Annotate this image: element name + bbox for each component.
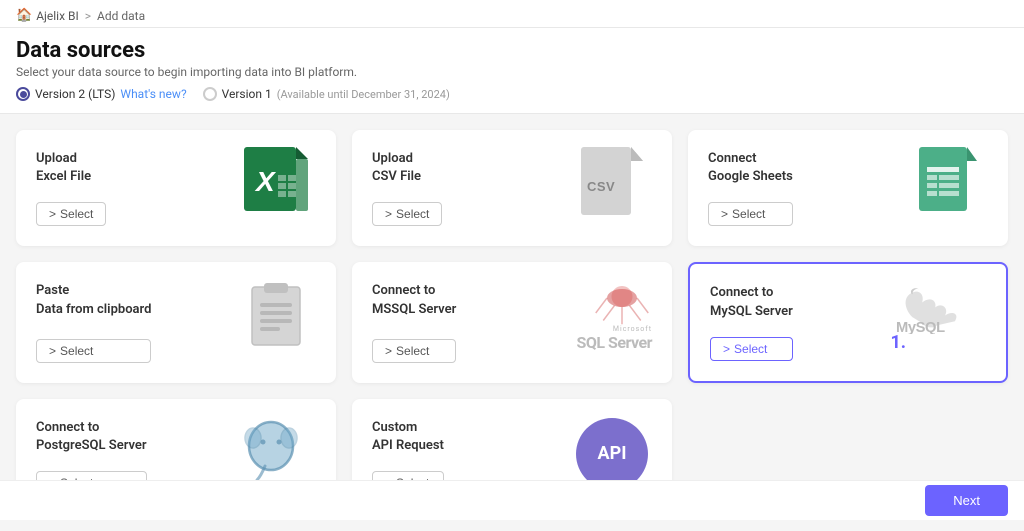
chevron-right-icon-mysql: > <box>723 342 730 356</box>
sheets-svg <box>919 147 977 223</box>
version1-radio[interactable] <box>203 87 217 101</box>
card-upload-excel: UploadExcel File > Select X <box>16 130 336 246</box>
select-button-excel[interactable]: > Select <box>36 202 106 226</box>
page-subtitle: Select your data source to begin importi… <box>16 65 1008 79</box>
svg-text:CSV: CSV <box>587 179 615 194</box>
chevron-right-icon-clipboard: > <box>49 344 56 358</box>
version2-option[interactable]: Version 2 (LTS) What's new? <box>16 87 187 101</box>
mssql-icon-area: Microsoft SQL Server <box>532 282 652 352</box>
page-title: Data sources <box>16 38 1008 63</box>
page-header: Data sources Select your data source to … <box>0 28 1024 114</box>
chevron-right-icon: > <box>49 207 56 221</box>
next-button[interactable]: Next <box>925 485 1008 516</box>
select-button-csv[interactable]: > Select <box>372 202 442 226</box>
clipboard-svg <box>244 279 308 355</box>
card-title-clipboard: PasteData from clipboard <box>36 282 151 318</box>
select-button-sheets[interactable]: > Select <box>708 202 793 226</box>
excel-icon-area: X <box>236 150 316 220</box>
sheets-icon-area <box>908 150 988 220</box>
card-left-clipboard: PasteData from clipboard > Select <box>36 282 151 362</box>
csv-icon-area: CSV <box>572 150 652 220</box>
api-badge: API <box>576 418 648 490</box>
content-area: UploadExcel File > Select X <box>0 114 1024 531</box>
csv-svg: CSV <box>581 147 643 223</box>
version1-label: Version 1 <box>222 87 272 101</box>
breadcrumb-separator: > <box>85 9 91 23</box>
select-button-mysql[interactable]: > Select <box>710 337 793 361</box>
datasource-grid: UploadExcel File > Select X <box>16 130 1008 515</box>
version1-option[interactable]: Version 1 (Available until December 31, … <box>203 87 450 101</box>
mysql-svg: MySQL <box>896 284 986 334</box>
badge-1: 1. <box>890 332 906 353</box>
card-left-mysql: Connect toMySQL Server > Select <box>710 284 793 360</box>
card-connect-sheets: ConnectGoogle Sheets > Select <box>688 130 1008 246</box>
card-title-api: CustomAPI Request <box>372 419 444 455</box>
card-left-excel: UploadExcel File > Select <box>36 150 106 226</box>
version2-label: Version 2 (LTS) <box>35 87 115 101</box>
bottom-bar: Next <box>0 480 1024 520</box>
card-title-sheets: ConnectGoogle Sheets <box>708 150 793 186</box>
card-title-mssql: Connect toMSSQL Server <box>372 282 456 318</box>
card-left-mssql: Connect toMSSQL Server > Select <box>372 282 456 362</box>
chevron-right-icon-mssql: > <box>385 344 392 358</box>
card-connect-mssql: Connect toMSSQL Server > Select <box>352 262 672 382</box>
card-left-sheets: ConnectGoogle Sheets > Select <box>708 150 793 226</box>
version-selector: Version 2 (LTS) What's new? Version 1 (A… <box>16 87 1008 101</box>
select-button-clipboard[interactable]: > Select <box>36 339 151 363</box>
card-title-postgres: Connect toPostgreSQL Server <box>36 419 147 455</box>
card-left-csv: UploadCSV File > Select <box>372 150 442 226</box>
card-paste-clipboard: PasteData from clipboard > Select <box>16 262 336 382</box>
version2-radio[interactable] <box>16 87 30 101</box>
svg-text:X: X <box>254 166 277 197</box>
card-title-excel: UploadExcel File <box>36 150 106 186</box>
breadcrumb: 🏠 Ajelix BI > Add data <box>0 0 1024 28</box>
version1-note: (Available until December 31, 2024) <box>277 88 450 101</box>
api-text: API <box>598 443 627 464</box>
postgres-icon-area: PostgreSQL <box>226 419 316 489</box>
chevron-right-icon-sheets: > <box>721 207 728 221</box>
card-upload-csv: UploadCSV File > Select CSV <box>352 130 672 246</box>
mssql-svg <box>592 282 652 329</box>
mssql-microsoft-text: Microsoft <box>613 325 652 333</box>
api-icon-area: API <box>572 419 652 489</box>
clipboard-icon-area <box>236 282 316 352</box>
breadcrumb-current: Add data <box>97 9 145 23</box>
mysql-icon-area: MySQL <box>886 284 986 334</box>
mssql-sql-text: SQL Server <box>576 333 652 352</box>
card-connect-mysql: Connect toMySQL Server > Select 1. MySQL <box>688 262 1008 382</box>
whats-new-link[interactable]: What's new? <box>120 87 186 101</box>
home-icon: 🏠 <box>16 8 32 23</box>
excel-svg: X <box>242 147 310 223</box>
breadcrumb-home[interactable]: Ajelix BI <box>36 9 79 23</box>
select-button-mssql[interactable]: > Select <box>372 339 456 363</box>
card-title-mysql: Connect toMySQL Server <box>710 284 793 320</box>
chevron-right-icon-csv: > <box>385 207 392 221</box>
card-title-csv: UploadCSV File <box>372 150 442 186</box>
